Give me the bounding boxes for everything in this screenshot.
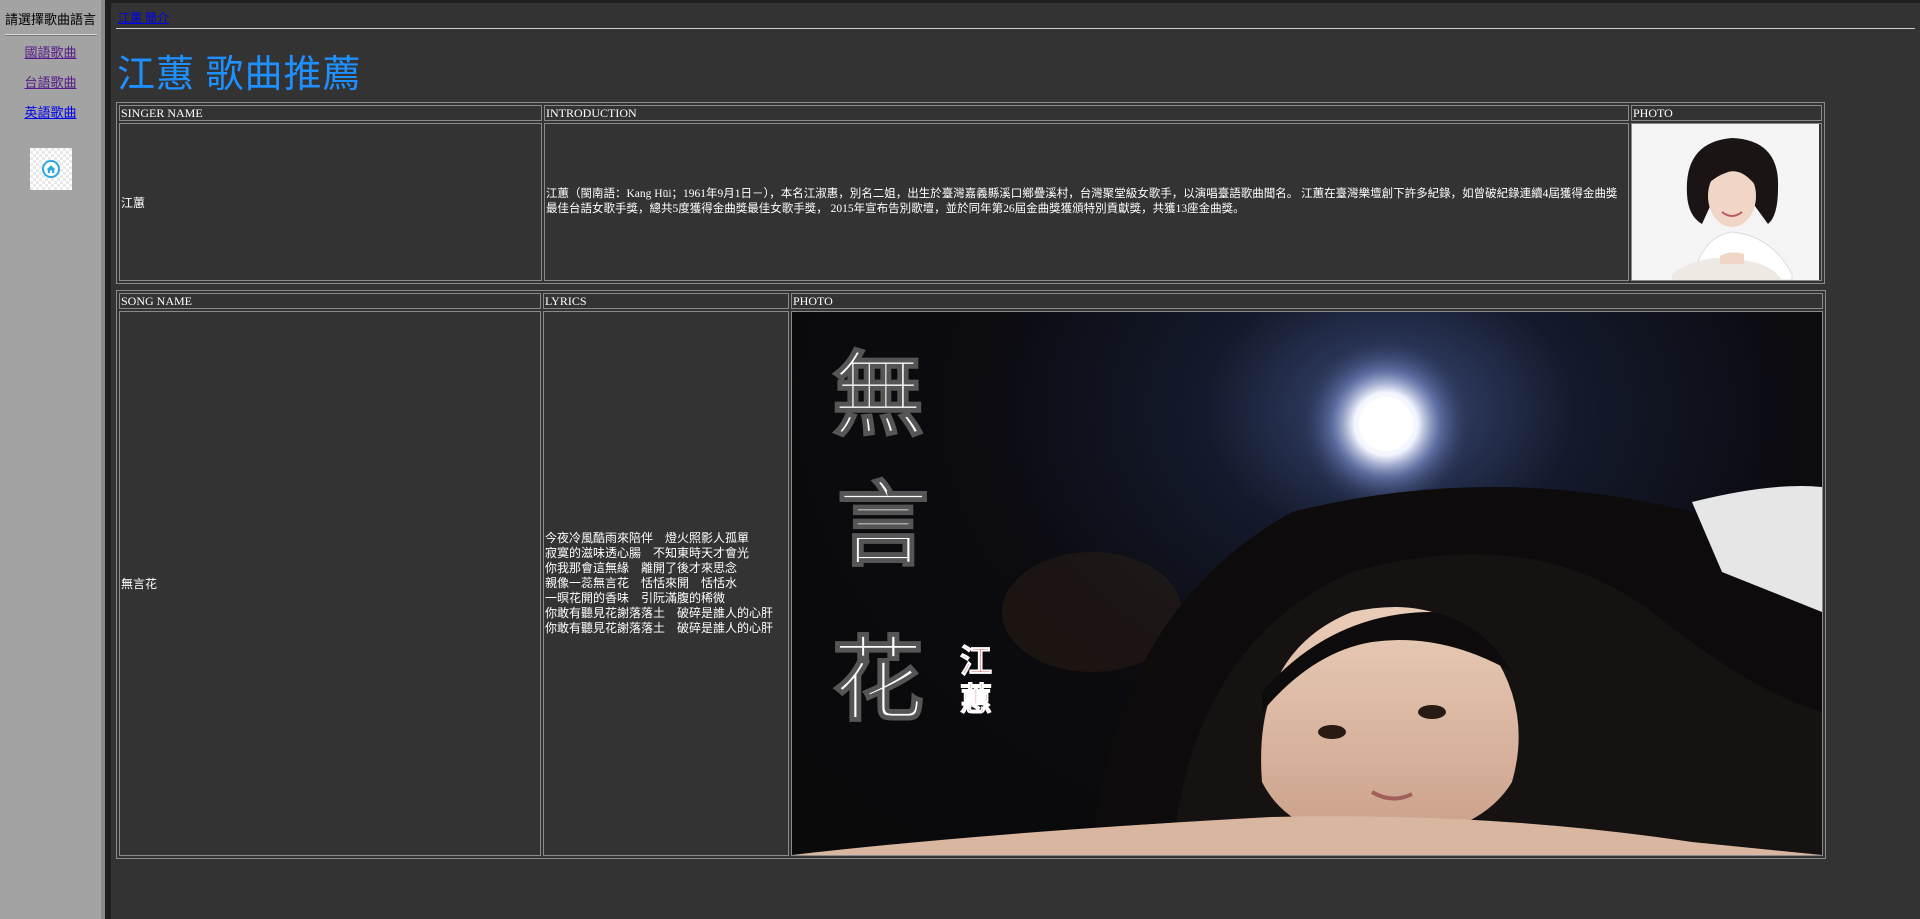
singer-portrait [1632,124,1819,280]
header-song-name: SONG NAME [119,293,542,309]
header-divider [116,28,1915,29]
song-table: SONG NAME LYRICS PHOTO 無言花 今夜冷風酷雨來陪伴 燈火照… [116,290,1826,859]
lyrics-line: 一暝花開的香味 引阮滿腹的稀微 [545,591,726,605]
home-button[interactable] [29,148,72,190]
header-lyrics: LYRICS [543,293,789,309]
introduction-cell: 江蕙（閩南語：Kang Hūi；1961年9月1日－），本名江淑惠，別名二姐，出… [544,123,1629,281]
poster-title-char: 無 [832,341,924,449]
language-sidebar: 請選擇歌曲語言 國語歌曲 台語歌曲 英語歌曲 [0,0,105,919]
breadcrumb-link[interactable]: 江蕙 簡介 [118,9,169,26]
poster-artist-char: 江 [960,642,992,680]
poster-artist-char: 蕙 [960,680,992,718]
browser-frameset: 請選擇歌曲語言 國語歌曲 台語歌曲 英語歌曲 江蕙 簡介 江蕙 歌曲推薦 SIN… [0,0,1920,919]
singer-portrait-image [1632,124,1819,280]
song-poster-image: 無 言 花 江 蕙 [792,334,1822,855]
link-taiwanese-songs[interactable]: 台語歌曲 [0,74,101,92]
lyrics-line: 你敢有聽見花謝落落土 破碎是誰人的心肝 [545,606,774,620]
header-introduction: INTRODUCTION [544,105,1629,121]
lyrics-line: 寂寞的滋味透心腸 不知東時天才會光 [545,546,750,560]
poster-title-char: 言 [837,471,929,579]
lyrics-cell: 今夜冷風酷雨來陪伴 燈火照影人孤單 寂寞的滋味透心腸 不知東時天才會光 你我那會… [543,311,789,856]
singer-name-cell: 江蕙 [119,123,542,281]
song-poster: 無 言 花 江 蕙 [792,312,1822,855]
link-english-songs[interactable]: 英語歌曲 [0,104,101,122]
header-song-photo: PHOTO [791,293,1823,309]
content-frame: 江蕙 簡介 江蕙 歌曲推薦 SINGER NAME INTRODUCTION P… [111,0,1920,919]
page-title: 江蕙 歌曲推薦 [117,54,362,96]
home-icon [41,160,60,178]
lyrics-line: 親像一蕊無言花 恬恬來開 恬恬水 [545,576,738,590]
link-mandarin-songs[interactable]: 國語歌曲 [0,44,101,62]
song-header-row: SONG NAME LYRICS PHOTO [119,293,1823,309]
poster-title-char: 花 [832,626,924,734]
header-singer-name: SINGER NAME [119,105,542,121]
singer-table: SINGER NAME INTRODUCTION PHOTO 江蕙 江蕙（閩南語… [116,102,1825,284]
singer-header-row: SINGER NAME INTRODUCTION PHOTO [119,105,1822,121]
sidebar-divider [4,34,97,36]
header-photo: PHOTO [1631,105,1822,121]
lyrics-line: 你敢有聽見花謝落落土 破碎是誰人的心肝 [545,621,774,635]
lyrics-line: 今夜冷風酷雨來陪伴 燈火照影人孤單 [545,531,750,545]
lyrics-line: 你我那會這無緣 離開了後才來思念 [545,561,738,575]
song-name-cell: 無言花 [119,311,542,856]
song-row: 無言花 今夜冷風酷雨來陪伴 燈火照影人孤單 寂寞的滋味透心腸 不知東時天才會光 … [119,311,1823,856]
singer-row: 江蕙 江蕙（閩南語：Kang Hūi；1961年9月1日－），本名江淑惠，別名二… [119,123,1822,281]
song-photo-cell: 無 言 花 江 蕙 [791,311,1823,856]
sidebar-title: 請選擇歌曲語言 [4,12,96,27]
photo-cell [1631,123,1822,281]
